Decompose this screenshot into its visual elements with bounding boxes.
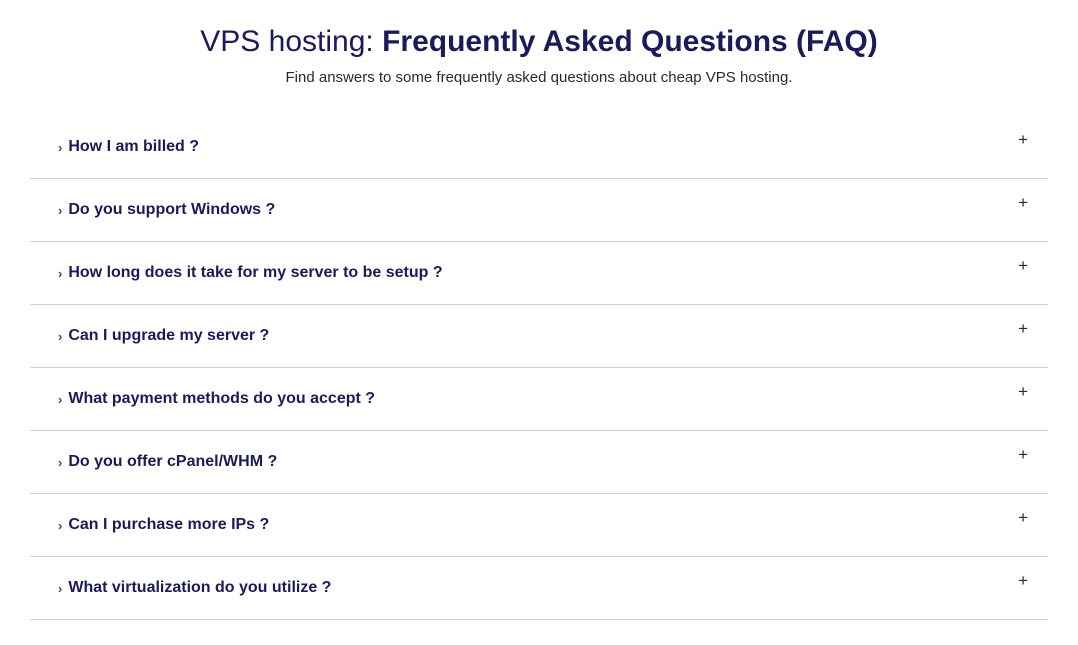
plus-icon: + (1018, 508, 1048, 528)
faq-question-text: Do you offer cPanel/WHM ? (68, 453, 277, 471)
faq-question-text: What payment methods do you accept ? (68, 390, 375, 408)
faq-question-text: Do you support Windows ? (68, 201, 275, 219)
faq-item-virtualization[interactable]: › What virtualization do you utilize ? + (30, 557, 1048, 620)
faq-question-wrapper: › What payment methods do you accept ? (58, 390, 375, 408)
faq-item-billing[interactable]: › How I am billed ? + (30, 116, 1048, 179)
faq-question-wrapper: › Can I upgrade my server ? (58, 327, 269, 345)
faq-question-wrapper: › Do you support Windows ? (58, 201, 275, 219)
title-light-part: VPS hosting: (200, 25, 382, 58)
faq-question-text: How long does it take for my server to b… (68, 264, 442, 282)
title-bold-part: Frequently Asked Questions (FAQ) (382, 25, 878, 58)
plus-icon: + (1018, 256, 1048, 276)
plus-icon: + (1018, 319, 1048, 339)
plus-icon: + (1018, 445, 1048, 465)
chevron-right-icon: › (58, 518, 62, 533)
chevron-right-icon: › (58, 329, 62, 344)
chevron-right-icon: › (58, 266, 62, 281)
faq-question-text: How I am billed ? (68, 138, 199, 156)
page-subtitle: Find answers to some frequently asked qu… (30, 69, 1048, 86)
faq-item-cpanel[interactable]: › Do you offer cPanel/WHM ? + (30, 431, 1048, 494)
faq-item-payment[interactable]: › What payment methods do you accept ? + (30, 368, 1048, 431)
faq-question-wrapper: › What virtualization do you utilize ? (58, 579, 331, 597)
plus-icon: + (1018, 193, 1048, 213)
faq-question-wrapper: › Can I purchase more IPs ? (58, 516, 269, 534)
faq-question-text: Can I upgrade my server ? (68, 327, 269, 345)
chevron-right-icon: › (58, 140, 62, 155)
plus-icon: + (1018, 571, 1048, 591)
faq-header: VPS hosting: Frequently Asked Questions … (30, 25, 1048, 86)
plus-icon: + (1018, 382, 1048, 402)
chevron-right-icon: › (58, 455, 62, 470)
chevron-right-icon: › (58, 392, 62, 407)
chevron-right-icon: › (58, 203, 62, 218)
faq-item-ips[interactable]: › Can I purchase more IPs ? + (30, 494, 1048, 557)
faq-question-wrapper: › Do you offer cPanel/WHM ? (58, 453, 277, 471)
faq-item-upgrade[interactable]: › Can I upgrade my server ? + (30, 305, 1048, 368)
faq-question-wrapper: › How I am billed ? (58, 138, 199, 156)
chevron-right-icon: › (58, 581, 62, 596)
faq-list: › How I am billed ? + › Do you support W… (30, 116, 1048, 620)
faq-question-text: Can I purchase more IPs ? (68, 516, 269, 534)
faq-item-windows[interactable]: › Do you support Windows ? + (30, 179, 1048, 242)
faq-question-text: What virtualization do you utilize ? (68, 579, 331, 597)
plus-icon: + (1018, 130, 1048, 150)
faq-item-setup-time[interactable]: › How long does it take for my server to… (30, 242, 1048, 305)
page-title: VPS hosting: Frequently Asked Questions … (30, 25, 1048, 59)
faq-question-wrapper: › How long does it take for my server to… (58, 264, 443, 282)
